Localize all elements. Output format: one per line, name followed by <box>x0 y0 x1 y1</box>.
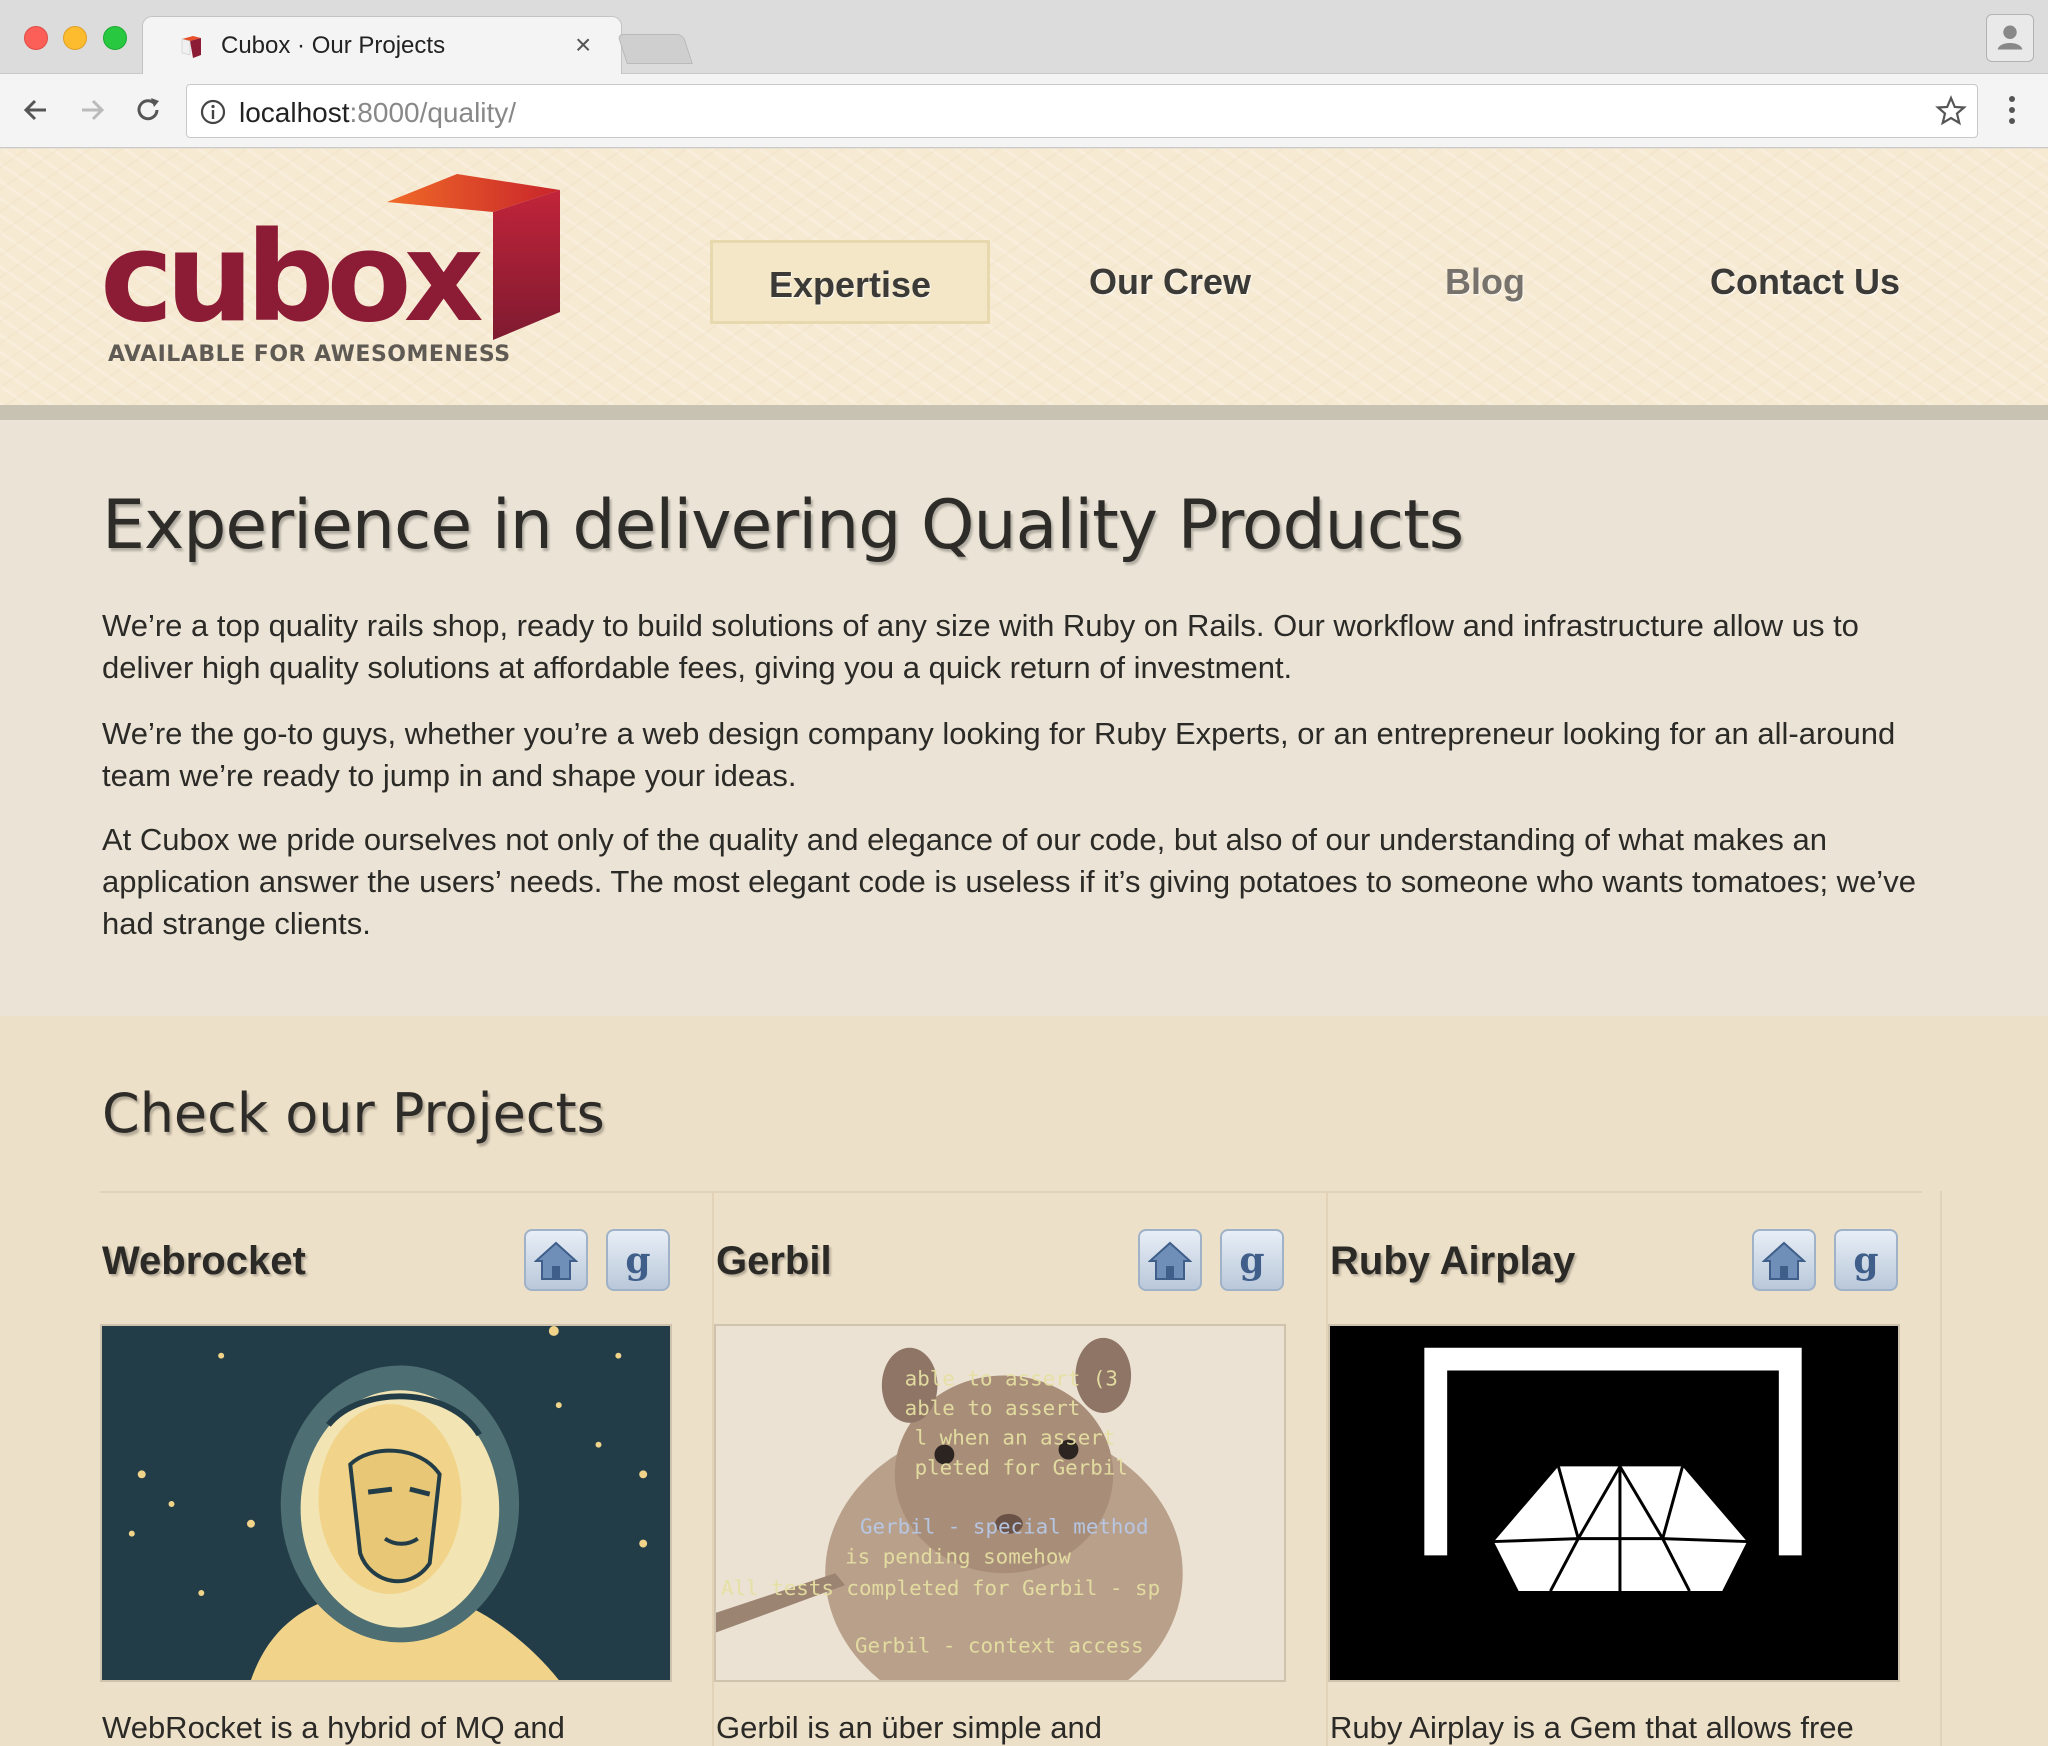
project-home-button[interactable] <box>1138 1229 1202 1291</box>
svg-text:g: g <box>1239 1240 1264 1282</box>
star-icon[interactable] <box>1935 95 1967 127</box>
zoom-window-button[interactable] <box>103 26 127 50</box>
header-divider <box>0 405 2048 420</box>
info-icon[interactable] <box>199 98 227 126</box>
gerbil-overlay-line: Gerbil - context access <box>855 1633 1144 1657</box>
intro-paragraph: We’re the go-to guys, whether you’re a w… <box>102 716 1896 793</box>
profile-icon[interactable] <box>1986 14 2034 62</box>
project-cards-divider <box>100 1191 1922 1193</box>
browser-toolbar: localhost:8000/quality/ <box>0 74 2048 148</box>
page-title: Experience in delivering Quality Product… <box>102 486 1464 565</box>
project-description: Gerbil is an über simple and <box>716 1710 1102 1745</box>
projects-heading: Check our Projects <box>102 1082 605 1145</box>
reload-icon[interactable] <box>130 92 166 128</box>
forward-arrow-icon[interactable] <box>74 92 110 128</box>
projects-section: Check our Projects Webrocket g WebRocket… <box>0 1016 2048 1746</box>
project-title: Webrocket <box>102 1239 306 1283</box>
logo-tagline: AVAILABLE FOR AWESOMENESS <box>108 342 511 367</box>
github-icon: g <box>1239 1240 1264 1282</box>
close-window-button[interactable] <box>24 26 48 50</box>
gerbil-overlay-line: pleted for Gerbil <box>915 1455 1128 1479</box>
project-home-button[interactable] <box>524 1229 588 1291</box>
home-icon <box>1148 1241 1192 1280</box>
menu-dots-icon[interactable] <box>2000 92 2024 128</box>
gerbil-overlay-line: able to assert <box>905 1396 1081 1420</box>
github-icon: g <box>1853 1240 1878 1282</box>
browser-tab-strip: Cubox · Our Projects × <box>0 0 2048 76</box>
project-description: WebRocket is a hybrid of MQ and <box>102 1710 565 1745</box>
cube-logo-icon <box>387 174 560 340</box>
cubox-favicon-icon <box>181 36 201 58</box>
tab-title: Cubox · Our Projects <box>221 32 446 59</box>
project-home-button[interactable] <box>1752 1229 1816 1291</box>
gerbil-overlay-line: able to assert (3 <box>905 1366 1118 1390</box>
new-tab-button[interactable] <box>617 34 693 64</box>
cubox-logo[interactable]: cubox AVAILABLE FOR AWESOMENESS <box>100 174 560 374</box>
project-card-webrocket: Webrocket g WebRocket is a hybrid of MQ … <box>100 1191 714 1746</box>
back-arrow-icon[interactable] <box>18 92 54 128</box>
gerbil-overlay-line: l when an assert <box>915 1426 1116 1450</box>
url-host: localhost <box>239 97 350 128</box>
project-image-astronaut[interactable] <box>100 1324 672 1682</box>
project-title: Ruby Airplay <box>1330 1239 1576 1283</box>
home-icon <box>534 1241 578 1280</box>
browser-tab[interactable]: Cubox · Our Projects × <box>142 16 622 76</box>
intro-paragraph: We’re a top quality rails shop, ready to… <box>102 608 1859 685</box>
project-github-button[interactable]: g <box>606 1229 670 1291</box>
gerbil-overlay-line: All tests completed for Gerbil - sp <box>721 1576 1160 1600</box>
nav-expertise[interactable]: Expertise <box>710 240 990 324</box>
gerbil-overlay-line: is pending somehow <box>845 1544 1071 1568</box>
svg-text:g: g <box>1853 1240 1878 1282</box>
svg-text:g: g <box>625 1240 650 1282</box>
home-icon <box>1762 1241 1806 1280</box>
project-description: Ruby Airplay is a Gem that allows free <box>1330 1710 1854 1745</box>
project-image-airplay[interactable] <box>1328 1324 1900 1682</box>
intro-paragraph: At Cubox we pride ourselves not only of … <box>102 822 1916 941</box>
github-icon: g <box>625 1240 650 1282</box>
project-title: Gerbil <box>716 1239 832 1283</box>
url-path: :8000/quality/ <box>349 97 517 128</box>
intro-section: Experience in delivering Quality Product… <box>0 420 2048 1016</box>
minimize-window-button[interactable] <box>63 26 87 50</box>
url-text: localhost:8000/quality/ <box>239 97 516 129</box>
project-card-ruby-airplay: Ruby Airplay g Ruby Airplay is a Gem tha… <box>1328 1191 1942 1746</box>
address-bar[interactable]: localhost:8000/quality/ <box>186 84 1978 138</box>
tab-close-icon[interactable]: × <box>575 29 591 61</box>
nav-our-crew[interactable]: Our Crew <box>1060 240 1280 324</box>
nav-blog[interactable]: Blog <box>1400 240 1570 324</box>
project-github-button[interactable]: g <box>1220 1229 1284 1291</box>
project-image-gerbil[interactable]: able to assert (3 able to assert l when … <box>714 1324 1286 1682</box>
project-card-gerbil: Gerbil g able to assert (3 able to asser… <box>714 1191 1328 1746</box>
project-github-button[interactable]: g <box>1834 1229 1898 1291</box>
nav-contact-us[interactable]: Contact Us <box>1690 240 1920 324</box>
gerbil-overlay-line: Gerbil - special method <box>860 1515 1149 1539</box>
